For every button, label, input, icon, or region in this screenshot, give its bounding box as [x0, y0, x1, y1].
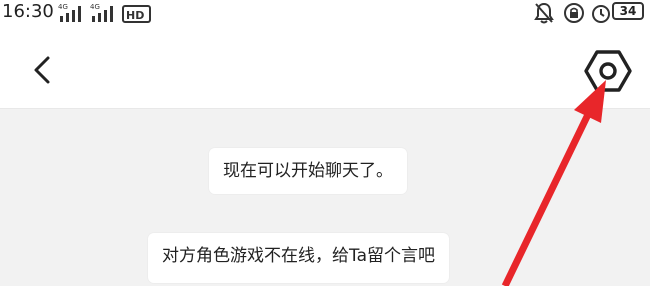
system-message: 对方角色游戏不在线，给Ta留个言吧 — [148, 233, 449, 283]
svg-text:4G: 4G — [90, 3, 100, 11]
signal-strength-icon: 4G — [90, 3, 113, 22]
battery-indicator: 34 — [612, 2, 644, 20]
status-bar: 16:30 4G 4G HD 34 — [0, 0, 650, 28]
alarm-icon — [592, 5, 610, 23]
signal-strength-icon: 4G — [58, 3, 81, 22]
bell-off-icon — [534, 2, 554, 24]
svg-text:4G: 4G — [58, 3, 68, 11]
chat-message-area[interactable]: 现在可以开始聊天了。 对方角色游戏不在线，给Ta留个言吧 — [0, 109, 650, 286]
svg-text:HD: HD — [126, 9, 144, 22]
lock-rotation-icon — [564, 3, 584, 23]
chat-header — [0, 28, 650, 109]
chevron-left-icon — [34, 56, 50, 84]
back-button[interactable] — [26, 52, 60, 88]
hex-gear-icon — [584, 50, 632, 92]
system-message: 现在可以开始聊天了。 — [209, 148, 407, 194]
settings-button[interactable] — [582, 48, 634, 94]
status-time: 16:30 — [2, 1, 54, 22]
hd-voice-icon: HD — [122, 5, 151, 23]
